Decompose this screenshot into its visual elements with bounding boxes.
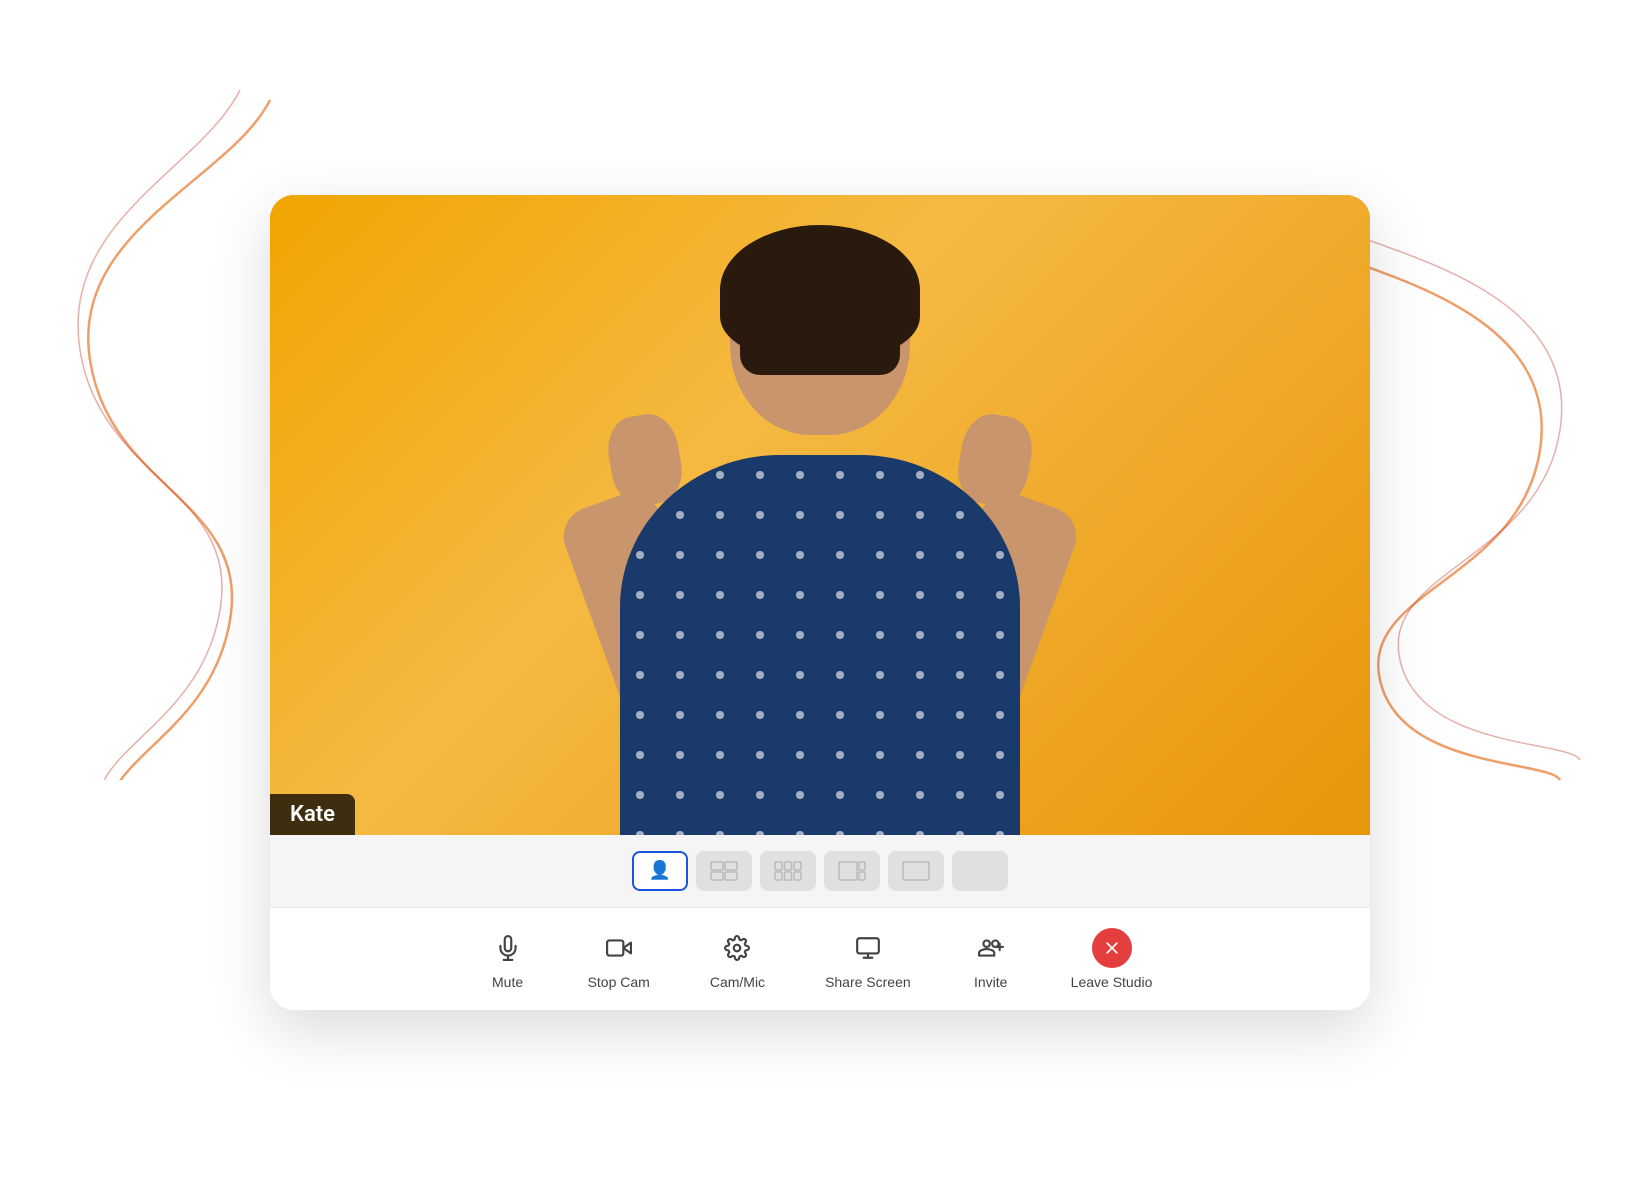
invite-label: Invite (974, 974, 1007, 990)
layout-btn-sidebar[interactable] (824, 851, 880, 891)
participant-name-badge: Kate (270, 794, 355, 835)
toolbar: Mute Stop Cam Cam/Mic (270, 908, 1370, 1010)
participant-name: Kate (290, 802, 335, 827)
invite-button[interactable]: Invite (971, 928, 1011, 990)
leave-studio-button[interactable]: Leave Studio (1071, 928, 1153, 990)
share-screen-icon (848, 928, 888, 968)
layout-btn-single[interactable]: 👤 (632, 851, 688, 891)
video-feed (270, 195, 1370, 835)
participant-video (560, 215, 1080, 835)
layout-picker: 👤 (270, 835, 1370, 908)
layout-btn-presentation[interactable] (888, 851, 944, 891)
app-container: Kate 👤 (270, 195, 1370, 1010)
share-screen-button[interactable]: Share Screen (825, 928, 911, 990)
stop-cam-label: Stop Cam (588, 974, 650, 990)
invite-icon (971, 928, 1011, 968)
layout-btn-blank[interactable] (952, 851, 1008, 891)
layout-btn-grid3[interactable] (760, 851, 816, 891)
leave-icon (1092, 928, 1132, 968)
camera-icon (599, 928, 639, 968)
layout-btn-grid2[interactable] (696, 851, 752, 891)
cam-mic-button[interactable]: Cam/Mic (710, 928, 765, 990)
cam-mic-label: Cam/Mic (710, 974, 765, 990)
mute-icon (488, 928, 528, 968)
mute-button[interactable]: Mute (488, 928, 528, 990)
settings-icon (717, 928, 757, 968)
mute-label: Mute (492, 974, 523, 990)
stop-cam-button[interactable]: Stop Cam (588, 928, 650, 990)
share-screen-label: Share Screen (825, 974, 911, 990)
leave-label: Leave Studio (1071, 974, 1153, 990)
video-area: Kate (270, 195, 1370, 835)
